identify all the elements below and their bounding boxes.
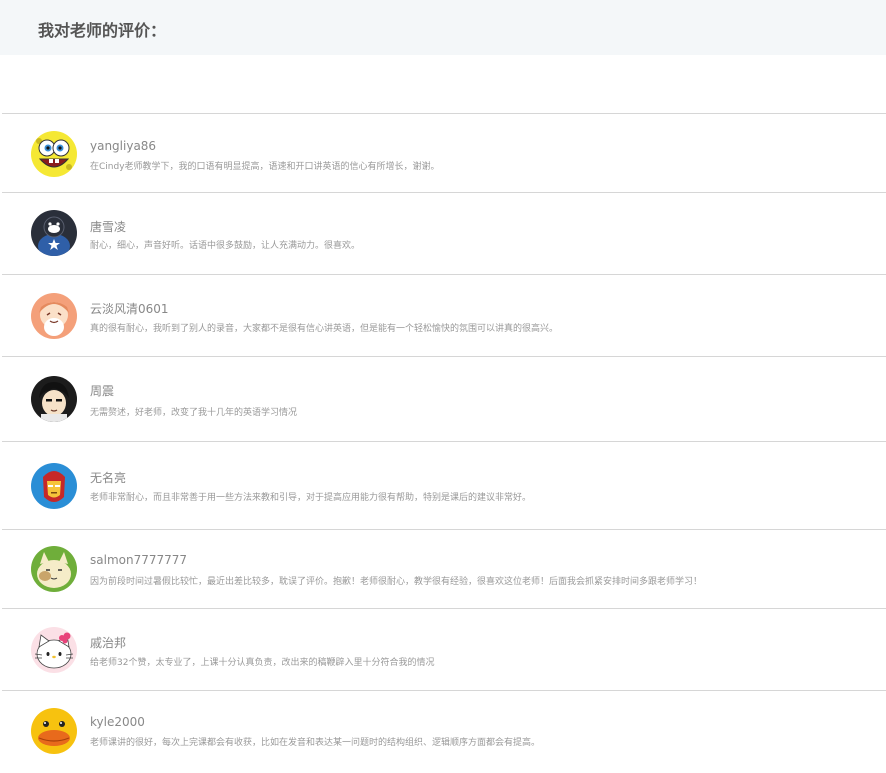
review-username[interactable]: 周震 [90, 382, 114, 399]
review-list: yangliya86 在Cindy老师教学下，我的口语有明显提高，语速和开口讲英… [2, 113, 886, 773]
review-comment: 耐心，细心，声音好听。话语中很多鼓励，让人充满动力。很喜欢。 [90, 241, 361, 251]
hello-kitty-avatar-icon[interactable] [31, 627, 77, 673]
duck-avatar-icon[interactable] [31, 708, 77, 754]
penguin-star-avatar-icon[interactable] [31, 210, 77, 256]
review-username[interactable]: yangliya86 [90, 139, 156, 153]
ironman-avatar-icon[interactable] [31, 463, 77, 509]
review-item: salmon7777777 因为前段时间过暑假比较忙，最近出差比较多，耽误了评价… [2, 530, 886, 609]
review-username[interactable]: salmon7777777 [90, 553, 187, 567]
section-header: 我对老师的评价： [0, 0, 886, 55]
anime-boy-avatar-icon[interactable] [31, 376, 77, 422]
review-item: 戚治邦 给老师32个赞，太专业了，上课十分认真负责，改出来的稿鞭辟入里十分符合我… [2, 609, 886, 691]
review-item: 无名亮 老师非常耐心，而且非常善于用一些方法来教和引导，对于提高应用能力很有帮助… [2, 442, 886, 530]
review-comment: 真的很有耐心，我听到了别人的录音，大家都不是很有信心讲英语，但是能有一个轻松愉快… [90, 324, 559, 334]
review-item: 云淡风清0601 真的很有耐心，我听到了别人的录音，大家都不是很有信心讲英语，但… [2, 275, 886, 357]
review-username[interactable]: 唐雪凌 [90, 218, 126, 235]
cat-avatar-icon[interactable] [31, 546, 77, 592]
section-title: 我对老师的评价： [38, 21, 167, 40]
review-username[interactable]: 云淡风清0601 [90, 300, 169, 317]
review-item: 唐雪凌 耐心，细心，声音好听。话语中很多鼓励，让人充满动力。很喜欢。 [2, 193, 886, 275]
review-comment: 因为前段时间过暑假比较忙，最近出差比较多，耽误了评价。抱歉！老师很耐心，教学很有… [90, 577, 703, 587]
anime-girl-avatar-icon[interactable] [31, 293, 77, 339]
review-item: yangliya86 在Cindy老师教学下，我的口语有明显提高，语速和开口讲英… [2, 114, 886, 193]
review-username[interactable]: 无名亮 [90, 469, 126, 486]
review-comment: 在Cindy老师教学下，我的口语有明显提高，语速和开口讲英语的信心有所增长，谢谢… [90, 162, 440, 172]
spongebob-avatar-icon[interactable] [31, 131, 77, 177]
review-username[interactable]: kyle2000 [90, 715, 145, 729]
review-username[interactable]: 戚治邦 [90, 634, 126, 651]
review-comment: 老师非常耐心，而且非常善于用一些方法来教和引导，对于提高应用能力很有帮助，特别是… [90, 493, 532, 503]
review-comment: 给老师32个赞，太专业了，上课十分认真负责，改出来的稿鞭辟入里十分符合我的情况 [90, 658, 435, 668]
review-comment: 老师课讲的很好，每次上完课都会有收获，比如在发音和表达某一问题时的结构组织、逻辑… [90, 738, 541, 748]
review-comment: 无需赘述，好老师，改变了我十几年的英语学习情况 [90, 408, 298, 418]
review-item: kyle2000 老师课讲的很好，每次上完课都会有收获，比如在发音和表达某一问题… [2, 691, 886, 773]
review-item: 周震 无需赘述，好老师，改变了我十几年的英语学习情况 [2, 357, 886, 442]
